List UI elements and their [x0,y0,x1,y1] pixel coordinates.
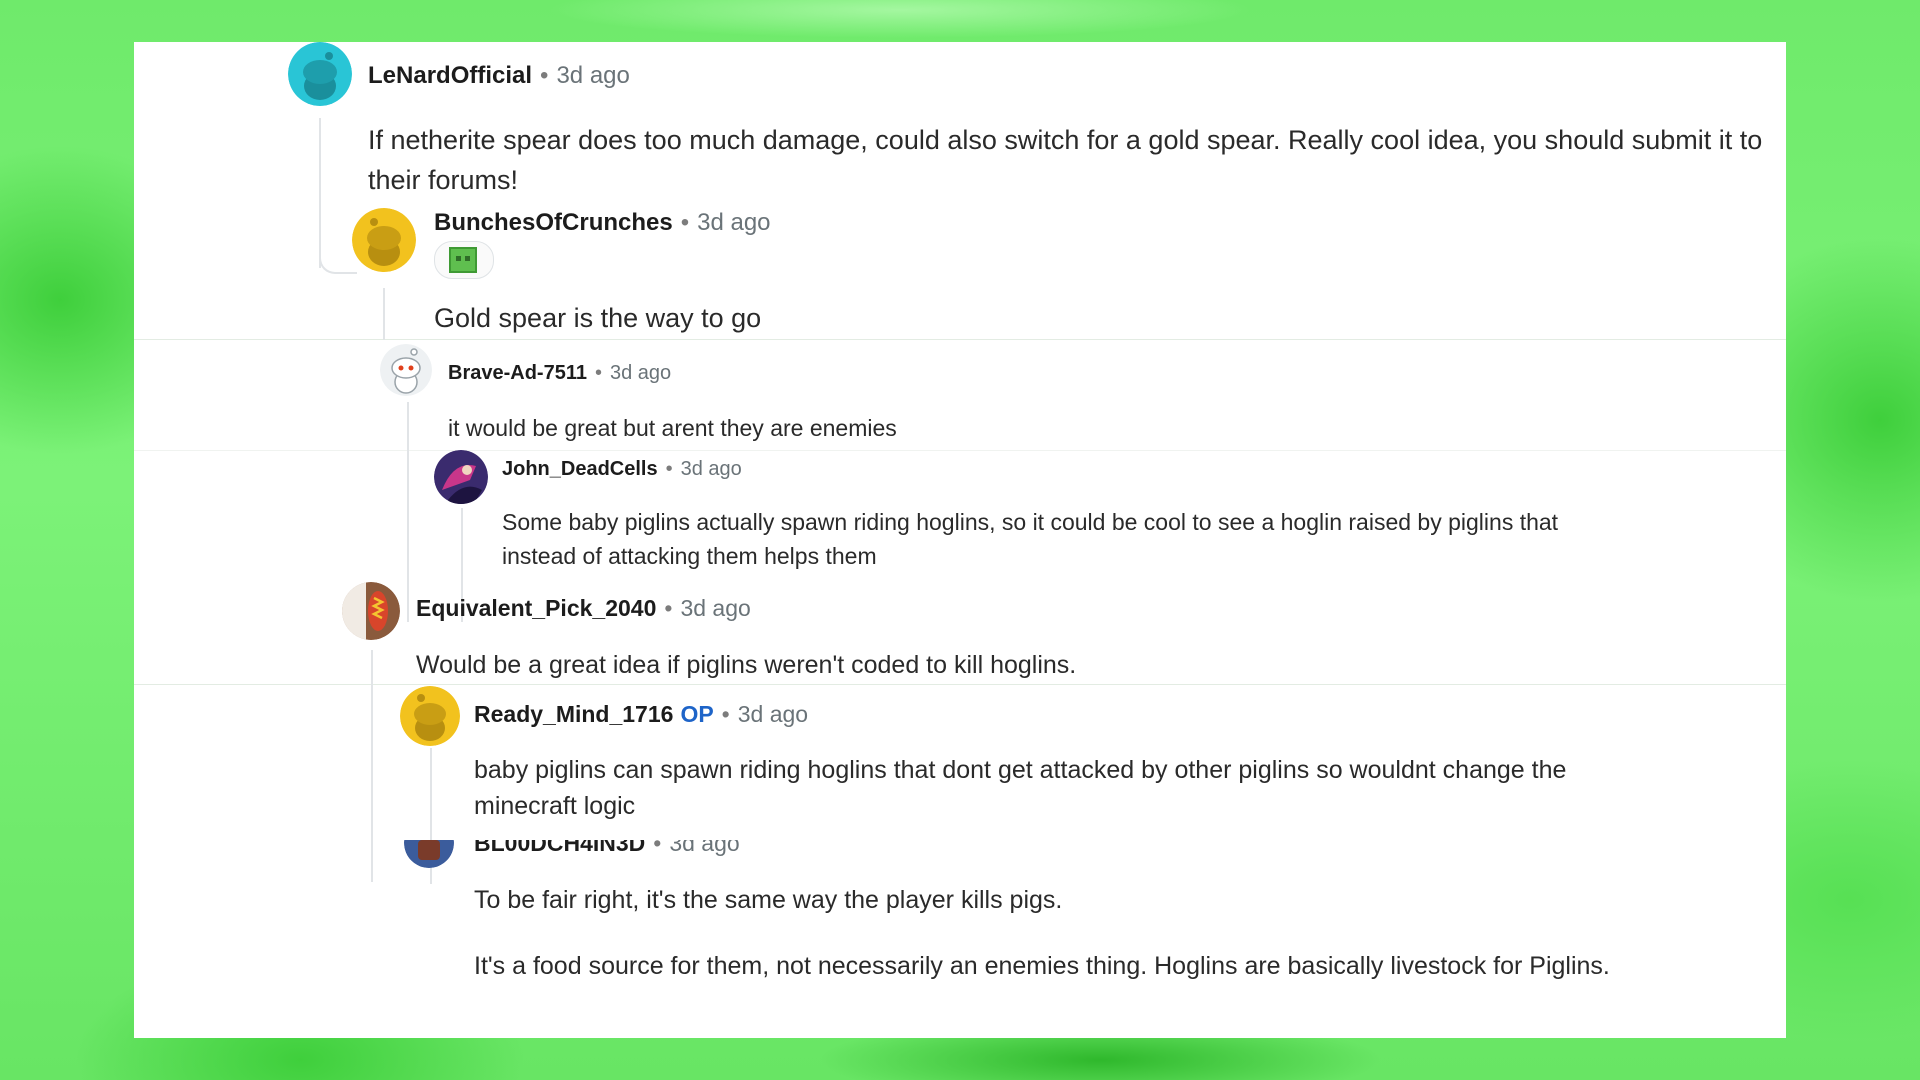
comment-meta: John_DeadCells • 3d ago [502,458,742,481]
comment-body: Some baby piglins actually spawn riding … [502,509,1559,569]
comment-meta: Ready_Mind_1716 OP • 3d ago [474,701,808,728]
timestamp[interactable]: 3d ago [681,458,742,481]
comment-meta: Equivalent_Pick_2040 • 3d ago [416,595,751,622]
separator-dot: • [653,840,662,856]
separator-dot: • [664,595,673,621]
separator-dot: • [721,701,730,727]
avatar[interactable] [404,840,454,868]
divider [134,684,1786,685]
avatar-icon [404,840,454,868]
snoo-avatar-icon [352,208,416,272]
comment-meta: BunchesOfCrunches • 3d ago [434,209,771,237]
divider [134,339,1786,340]
comment-body-paragraph: To be fair right, it's the same way the … [474,886,1063,914]
thread-line [383,288,385,340]
timestamp[interactable]: 3d ago [738,701,808,728]
avatar[interactable] [288,42,352,106]
timestamp[interactable]: 3d ago [610,362,671,385]
username-link[interactable]: John_DeadCells [502,458,658,481]
comment-body: If netherite spear does too much damage,… [368,125,1763,195]
snoo-avatar-icon [380,344,432,396]
username-link[interactable]: BL00DCH4IN3D [474,840,645,857]
username-link[interactable]: Ready_Mind_1716 [474,701,673,728]
avatar[interactable] [342,582,400,640]
divider [134,450,1786,451]
slime-cube-icon [449,247,477,273]
thread-line [407,402,409,622]
clipped-header: BL00DCH4IN3D • 3d ago [134,840,1786,868]
dead-cells-avatar-icon [434,450,488,504]
timestamp[interactable]: 3d ago [556,62,629,90]
comment-body-paragraph: It's a food source for them, not necessa… [474,952,1610,980]
timestamp[interactable]: 3d ago [680,595,750,622]
avatar[interactable] [434,450,488,504]
hotdog-avatar-icon [342,582,400,640]
comment-body: Would be a great idea if piglins weren't… [416,651,1077,679]
avatar[interactable] [400,686,460,746]
separator-dot: • [540,62,549,89]
separator-dot: • [665,458,673,480]
separator-dot: • [594,362,602,384]
comment-meta: BL00DCH4IN3D • 3d ago [474,840,740,857]
avatar[interactable] [352,208,416,272]
username-link[interactable]: LeNardOfficial [368,62,532,90]
comment-meta: Brave-Ad-7511 • 3d ago [448,362,671,385]
comment-thread-card: LeNardOfficial • 3d ago If netherite spe… [134,42,1786,1038]
comment-body: Gold spear is the way to go [434,303,762,333]
thread-line [319,118,321,268]
comment-body: it would be great but arent they are ene… [448,415,897,441]
thread-curve [319,252,357,274]
username-link[interactable]: Equivalent_Pick_2040 [416,595,656,622]
avatar[interactable] [380,344,432,396]
username-link[interactable]: BunchesOfCrunches [434,209,673,237]
snoo-avatar-icon [400,686,460,746]
user-flair [434,241,494,279]
username-link[interactable]: Brave-Ad-7511 [448,362,587,385]
comment-body: baby piglins can spawn riding hoglins th… [474,756,1567,820]
comment-meta: LeNardOfficial • 3d ago [368,62,630,90]
snoo-avatar-icon [288,42,352,106]
timestamp[interactable]: 3d ago [669,840,739,857]
op-badge: OP [680,701,714,727]
timestamp[interactable]: 3d ago [697,209,770,237]
separator-dot: • [680,209,690,236]
